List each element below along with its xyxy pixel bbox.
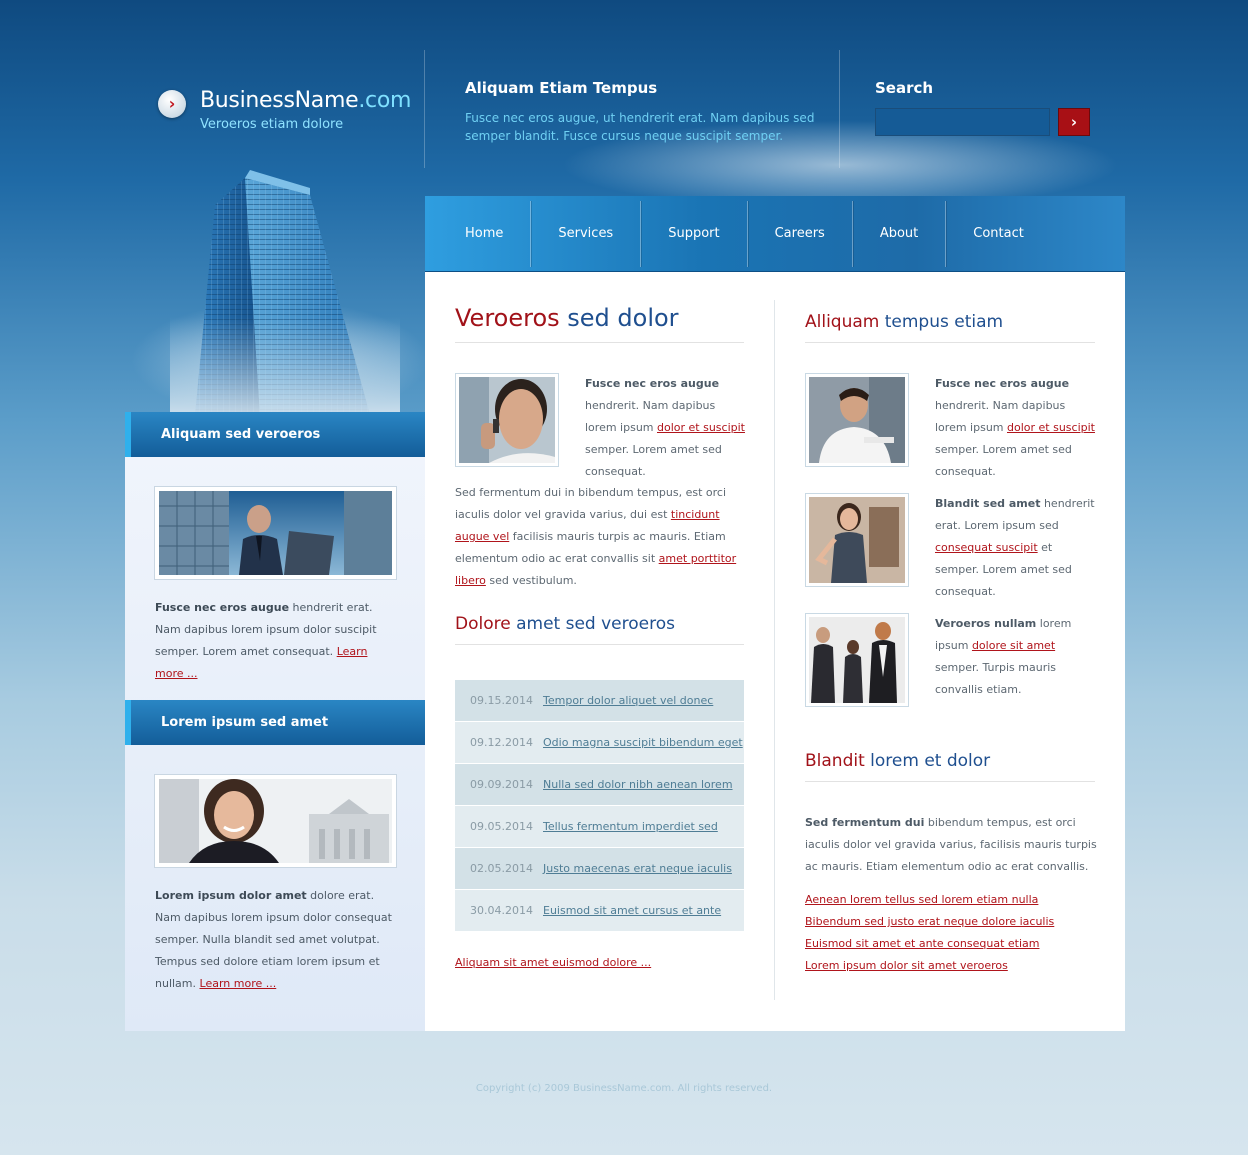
news-date: 02.05.2014 [470, 862, 533, 875]
nav-services[interactable]: Services [531, 200, 642, 267]
header-intro: Aliquam Etiam Tempus Fusce nec eros augu… [465, 79, 815, 145]
skyscraper-image [170, 170, 400, 415]
search-label: Search [875, 79, 934, 97]
section-divider [455, 342, 744, 343]
main-nav: Home Services Support Careers About Cont… [425, 196, 1125, 272]
logo-arrow-icon: › [158, 90, 186, 118]
learn-more-link[interactable]: Learn more ... [200, 977, 277, 990]
section-title-veroeros: Veroeros sed dolor [455, 304, 679, 332]
sidebar-box-title: Aliquam sed veroeros [125, 412, 425, 457]
sidebar-photo-businesswoman [155, 775, 396, 867]
news-link[interactable]: Tellus fermentum imperdiet sed [543, 820, 718, 833]
news-link[interactable]: Justo maecenas erat neque iaculis [543, 862, 732, 875]
section-title-alliquam: Alliquam tempus etiam [805, 312, 1004, 332]
inline-link[interactable]: dolor et suscipit [657, 421, 745, 434]
feature-text: Blandit sed amet hendrerit erat. Lorem i… [935, 497, 1095, 598]
list-link[interactable]: Bibendum sed justo erat neque dolore iac… [805, 911, 1054, 933]
sidebar-box-text: Lorem ipsum dolor amet dolore erat. Nam … [155, 889, 392, 990]
news-row: 09.05.2014 Tellus fermentum imperdiet sed [455, 806, 744, 848]
intro-text: Fusce nec eros augue, ut hendrerit erat.… [465, 111, 815, 143]
search-box: Search › [875, 79, 1090, 136]
news-link[interactable]: Nulla sed dolor nibh aenean lorem [543, 778, 733, 791]
search-input[interactable] [875, 108, 1050, 136]
inline-link[interactable]: consequat suscipit [935, 541, 1038, 554]
sidebar-box-text: Fusce nec eros augue hendrerit erat. Nam… [155, 601, 377, 680]
photo-man-suit [805, 373, 909, 467]
section-intro-text: Fusce nec eros augue hendrerit. Nam dapi… [585, 377, 745, 478]
sidebar-box-title: Lorem ipsum sed amet [125, 700, 425, 745]
news-link[interactable]: Tempor dolor aliquet vel donec [543, 694, 713, 707]
news-date: 09.09.2014 [470, 778, 533, 791]
section-title-dolore: Dolore amet sed veroeros [455, 614, 675, 634]
column-divider [774, 300, 775, 1000]
more-news-link[interactable]: Aliquam sit amet euismod dolore ... [455, 956, 651, 969]
nav-contact[interactable]: Contact [946, 201, 1051, 267]
news-row: 30.04.2014 Euismod sit amet cursus et ant… [455, 890, 744, 932]
list-link[interactable]: Euismod sit amet et ante consequat etiam [805, 933, 1054, 955]
news-link[interactable]: Euismod sit amet cursus et ante [543, 904, 721, 917]
logo-tagline: Veroeros etiam dolore [200, 117, 344, 132]
news-list: 09.15.2014 Tempor dolor aliquet vel donec… [455, 680, 744, 932]
nav-home[interactable]: Home [425, 200, 532, 267]
feature-text: Fusce nec eros augue hendrerit. Nam dapi… [935, 377, 1095, 478]
nav-support[interactable]: Support [641, 200, 748, 267]
photo-man-phone [455, 373, 559, 467]
section-paragraph: Sed fermentum dui bibendum tempus, est o… [805, 816, 1097, 873]
search-submit-button[interactable]: › [1058, 108, 1090, 136]
section-divider [805, 781, 1095, 782]
inline-link[interactable]: dolor et suscipit [1007, 421, 1095, 434]
link-list: Aenean lorem tellus sed lorem etiam null… [805, 889, 1054, 977]
news-row: 09.09.2014 Nulla sed dolor nibh aenean lo… [455, 764, 744, 806]
news-row: 09.15.2014 Tempor dolor aliquet vel donec [455, 680, 744, 722]
news-date: 30.04.2014 [470, 904, 533, 917]
section-paragraph: Sed fermentum dui in bibendum tempus, es… [455, 486, 737, 587]
intro-title: Aliquam Etiam Tempus [465, 79, 658, 97]
logo-title: BusinessName.com [200, 88, 412, 113]
list-link[interactable]: Aenean lorem tellus sed lorem etiam null… [805, 889, 1054, 911]
photo-woman-posing [805, 493, 909, 587]
nav-careers[interactable]: Careers [748, 200, 853, 267]
section-divider [805, 342, 1095, 343]
footer-copyright: Copyright (c) 2009 BusinessName.com. All… [475, 1083, 773, 1094]
news-row: 09.12.2014 Odio magna suscipit bibendum e… [455, 722, 744, 764]
nav-about[interactable]: About [853, 200, 947, 267]
chevron-right-icon: › [1070, 113, 1078, 131]
feature-text: Veroeros nullam lorem ipsum dolore sit a… [935, 617, 1072, 696]
header-divider [839, 50, 840, 168]
sidebar-photo-businessman [155, 487, 396, 579]
section-title-blandit: Blandit lorem et dolor [805, 751, 991, 771]
inline-link[interactable]: dolore sit amet [972, 639, 1055, 652]
header-divider [424, 50, 425, 168]
photo-business-people [805, 613, 909, 707]
list-link[interactable]: Lorem ipsum dolor sit amet veroeros [805, 955, 1054, 977]
section-divider [455, 644, 744, 645]
news-row: 02.05.2014 Justo maecenas erat neque iacu… [455, 848, 744, 890]
news-date: 09.15.2014 [470, 694, 533, 707]
news-date: 09.05.2014 [470, 820, 533, 833]
news-link[interactable]: Odio magna suscipit bibendum eget [543, 736, 743, 749]
news-date: 09.12.2014 [470, 736, 533, 749]
